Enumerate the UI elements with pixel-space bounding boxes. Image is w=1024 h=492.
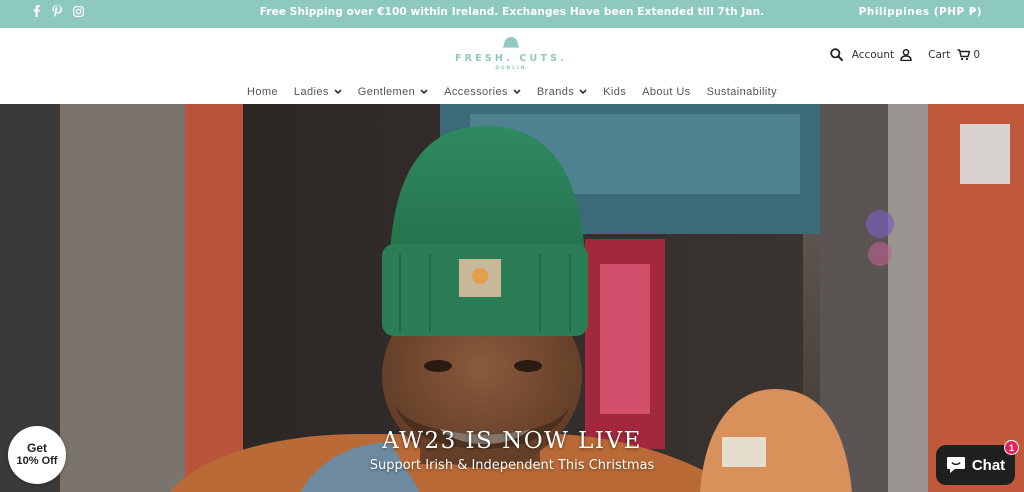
chat-notification-badge: 1	[1004, 440, 1019, 455]
chat-button[interactable]: Chat 1	[936, 440, 1019, 485]
nav-item-home[interactable]: Home	[239, 86, 286, 98]
cart-icon[interactable]	[957, 48, 971, 61]
currency-selector[interactable]: Philippines (PHP ₱)	[859, 6, 982, 18]
user-icon[interactable]	[900, 48, 912, 61]
nav-item-gentlemen[interactable]: Gentlemen	[350, 86, 436, 98]
header-utilities: Account Cart 0	[830, 48, 980, 61]
logo-subtitle: DUBLIN	[495, 66, 527, 71]
announcement-bar: Free Shipping over €100 within Ireland. …	[0, 0, 1024, 28]
site-logo[interactable]: FRESH. CUTS. DUBLIN	[452, 36, 570, 78]
discount-line-2: 10% Off	[16, 455, 58, 467]
hero-title: AW23 IS NOW LIVE	[382, 428, 642, 454]
search-icon[interactable]	[830, 48, 843, 61]
nav-item-brands[interactable]: Brands	[529, 86, 595, 98]
chat-bubble-icon	[946, 457, 965, 473]
nav-item-kids[interactable]: Kids	[595, 86, 634, 98]
chevron-down-icon	[420, 89, 428, 95]
site-header: FRESH. CUTS. DUBLIN Account Cart 0 Home …	[0, 28, 1024, 104]
chevron-down-icon	[334, 89, 342, 95]
cart-count: 0	[973, 48, 980, 61]
chevron-down-icon	[513, 89, 521, 95]
nav-item-accessories[interactable]: Accessories	[436, 86, 529, 98]
nav-item-sustainability[interactable]: Sustainability	[699, 86, 785, 98]
chevron-down-icon	[579, 89, 587, 95]
discount-popup-button[interactable]: Get 10% Off	[8, 426, 66, 484]
logo-name: FRESH. CUTS.	[454, 53, 568, 64]
hero-subtitle: Support Irish & Independent This Christm…	[369, 458, 655, 473]
nav-item-ladies[interactable]: Ladies	[286, 86, 350, 98]
account-link[interactable]: Account	[852, 49, 894, 61]
hero-banner[interactable]: AW23 IS NOW LIVE Support Irish & Indepen…	[0, 104, 1024, 492]
cart-link[interactable]: Cart	[928, 49, 950, 61]
main-navigation: Home Ladies Gentlemen Accessories Brands…	[0, 86, 1024, 98]
discount-line-1: Get	[26, 441, 47, 455]
nav-item-about-us[interactable]: About Us	[634, 86, 698, 98]
logo-mark-icon	[503, 37, 519, 48]
chat-label: Chat	[971, 456, 1006, 474]
